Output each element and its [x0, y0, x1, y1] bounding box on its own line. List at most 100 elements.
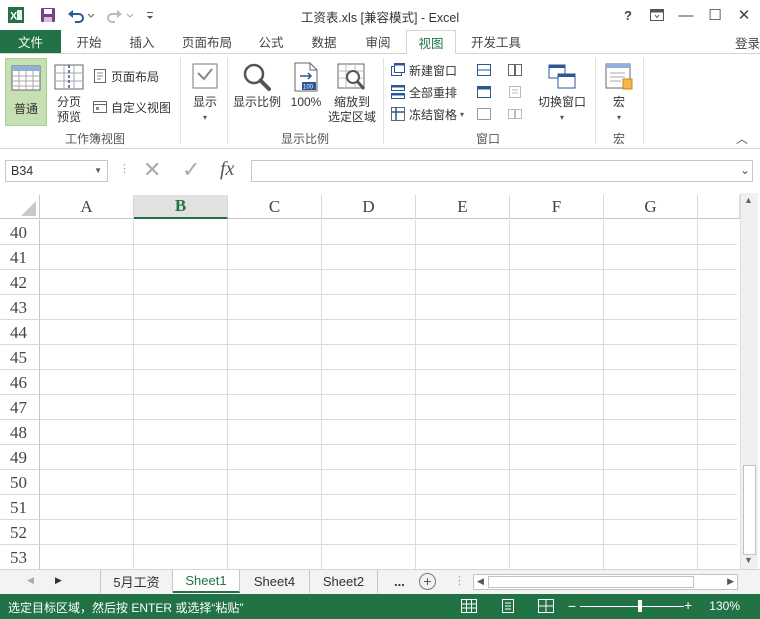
row-header[interactable]: 45: [0, 345, 40, 370]
view-side-by-side-button[interactable]: [507, 60, 526, 80]
ribbon-display-icon[interactable]: [645, 4, 669, 26]
customize-icon[interactable]: [142, 5, 158, 25]
split-button[interactable]: [476, 60, 495, 80]
minimize-button[interactable]: —: [674, 4, 698, 26]
sheet-next-icon[interactable]: ▶: [55, 575, 62, 586]
column-header-c[interactable]: C: [228, 195, 322, 219]
tab-home[interactable]: 开始: [64, 30, 114, 53]
scroll-left-icon[interactable]: ◀: [477, 576, 484, 587]
sign-in-link[interactable]: 登录: [735, 33, 760, 52]
tab-view[interactable]: 视图: [406, 30, 456, 54]
row-header[interactable]: 43: [0, 295, 40, 320]
hide-button[interactable]: [476, 82, 495, 102]
zoom-100-button[interactable]: 100 100%: [286, 58, 326, 110]
collapse-ribbon-icon[interactable]: ︿: [736, 130, 748, 147]
redo-icon[interactable]: [106, 5, 136, 25]
sheet-prev-icon[interactable]: ◀: [27, 575, 34, 586]
sheet-tab-sheet1[interactable]: Sheet1: [173, 570, 240, 593]
cancel-icon[interactable]: ✕: [143, 157, 161, 183]
scroll-up-icon[interactable]: ▲: [744, 195, 753, 205]
tab-developer[interactable]: 开发工具: [458, 30, 534, 53]
formula-input[interactable]: ⌄: [251, 160, 753, 182]
zoom-in-button[interactable]: +: [684, 597, 692, 613]
page-layout-status-icon[interactable]: [500, 599, 516, 616]
tab-review[interactable]: 审阅: [352, 30, 404, 53]
close-button[interactable]: ✕: [732, 4, 756, 26]
row-header[interactable]: 47: [0, 395, 40, 420]
workbook-views-group-label: 工作簿视图: [64, 132, 125, 146]
name-box-dropdown-icon[interactable]: ▼: [94, 161, 102, 181]
enter-icon[interactable]: ✓: [182, 157, 200, 183]
zoom-button[interactable]: 显示比例: [231, 58, 283, 110]
vertical-scroll-thumb[interactable]: [743, 465, 756, 555]
tab-data[interactable]: 数据: [298, 30, 350, 53]
row-header[interactable]: 46: [0, 370, 40, 395]
row-header[interactable]: 40: [0, 220, 40, 245]
column-header-d[interactable]: D: [322, 195, 416, 219]
page-break-preview-button[interactable]: 分页 预览: [50, 58, 88, 125]
sheet-tab-sheet4[interactable]: Sheet4: [240, 570, 310, 593]
arrange-all-button[interactable]: 全部重排: [390, 82, 457, 102]
sheet-tab-may-salary[interactable]: 5月工资: [101, 570, 173, 593]
column-header-f[interactable]: F: [510, 195, 604, 219]
select-all-button[interactable]: [0, 195, 40, 219]
more-sheets-button[interactable]: ...: [394, 574, 405, 589]
tab-formulas[interactable]: 公式: [246, 30, 296, 53]
tab-page-layout[interactable]: 页面布局: [170, 30, 244, 53]
help-button[interactable]: ?: [616, 4, 640, 26]
scroll-right-icon[interactable]: ▶: [727, 576, 734, 587]
page-break-status-icon[interactable]: [538, 599, 554, 616]
vertical-scrollbar[interactable]: ▲ ▼: [740, 193, 758, 569]
tab-insert[interactable]: 插入: [116, 30, 168, 53]
row-header[interactable]: 51: [0, 495, 40, 520]
tab-splitter-icon[interactable]: ⋮: [454, 574, 465, 587]
horizontal-scroll-thumb[interactable]: [488, 576, 694, 588]
column-header-b[interactable]: B: [134, 195, 228, 219]
scroll-down-icon[interactable]: ▼: [744, 555, 753, 565]
custom-views-button[interactable]: 自定义视图: [92, 97, 171, 117]
page-layout-view-button[interactable]: 页面布局: [92, 66, 159, 86]
sheet-tab-sheet2[interactable]: Sheet2: [310, 570, 378, 593]
switch-windows-button[interactable]: 切换窗口 ▾: [534, 58, 590, 125]
worksheet-grid[interactable]: ABCDEFG 40 41 42 43 44 45 46 47 48 49 50 51 52 53 ▲ ▼: [0, 193, 760, 570]
zoom-to-selection-button[interactable]: 缩放到 选定区域: [326, 58, 378, 125]
row-header[interactable]: 50: [0, 470, 40, 495]
insert-function-icon[interactable]: fx: [220, 158, 234, 181]
reset-window-position-button[interactable]: [507, 104, 526, 124]
zoom-level[interactable]: 130%: [709, 599, 740, 613]
save-icon[interactable]: [38, 5, 58, 25]
zoom-slider-track[interactable]: [580, 600, 684, 612]
formula-bar-grip-icon[interactable]: ⋮: [119, 162, 130, 180]
row-header[interactable]: 41: [0, 245, 40, 270]
freeze-panes-button[interactable]: 冻结窗格 ▾: [390, 104, 464, 124]
column-header-g[interactable]: G: [604, 195, 698, 219]
normal-view-button[interactable]: 普通: [5, 58, 47, 126]
show-button[interactable]: 显示 ▾: [186, 58, 224, 125]
macros-button[interactable]: 宏 ▾: [600, 58, 638, 125]
undo-icon[interactable]: [66, 5, 96, 25]
zoom-out-button[interactable]: −: [568, 598, 576, 614]
sheet-tab-bar: ◀ ▶ 5月工资 Sheet1 Sheet4 Sheet2 ... + ⋮ ◀ …: [0, 569, 760, 594]
excel-icon[interactable]: X: [6, 5, 26, 25]
row-header[interactable]: 48: [0, 420, 40, 445]
row-header[interactable]: 44: [0, 320, 40, 345]
row-header[interactable]: 53: [0, 545, 40, 570]
row-header[interactable]: 52: [0, 520, 40, 545]
unhide-button[interactable]: [476, 104, 495, 124]
column-header-a[interactable]: A: [40, 195, 134, 219]
expand-formula-bar-icon[interactable]: ⌄: [740, 163, 750, 177]
row-header[interactable]: 49: [0, 445, 40, 470]
name-box[interactable]: B34 ▼: [5, 160, 108, 182]
add-sheet-button[interactable]: +: [419, 573, 436, 590]
zoom-slider-thumb[interactable]: [638, 600, 642, 612]
horizontal-scrollbar[interactable]: ◀ ▶: [473, 574, 738, 590]
tab-file[interactable]: 文件: [0, 30, 61, 53]
column-header-e[interactable]: E: [416, 195, 510, 219]
normal-view-status-icon[interactable]: [461, 599, 477, 616]
group-separator: [595, 58, 596, 144]
maximize-button[interactable]: ☐: [703, 4, 727, 26]
row-header[interactable]: 42: [0, 270, 40, 295]
new-window-button[interactable]: 新建窗口: [390, 60, 457, 80]
column-header-partial[interactable]: [698, 195, 740, 219]
synchronous-scrolling-button[interactable]: [507, 82, 526, 102]
